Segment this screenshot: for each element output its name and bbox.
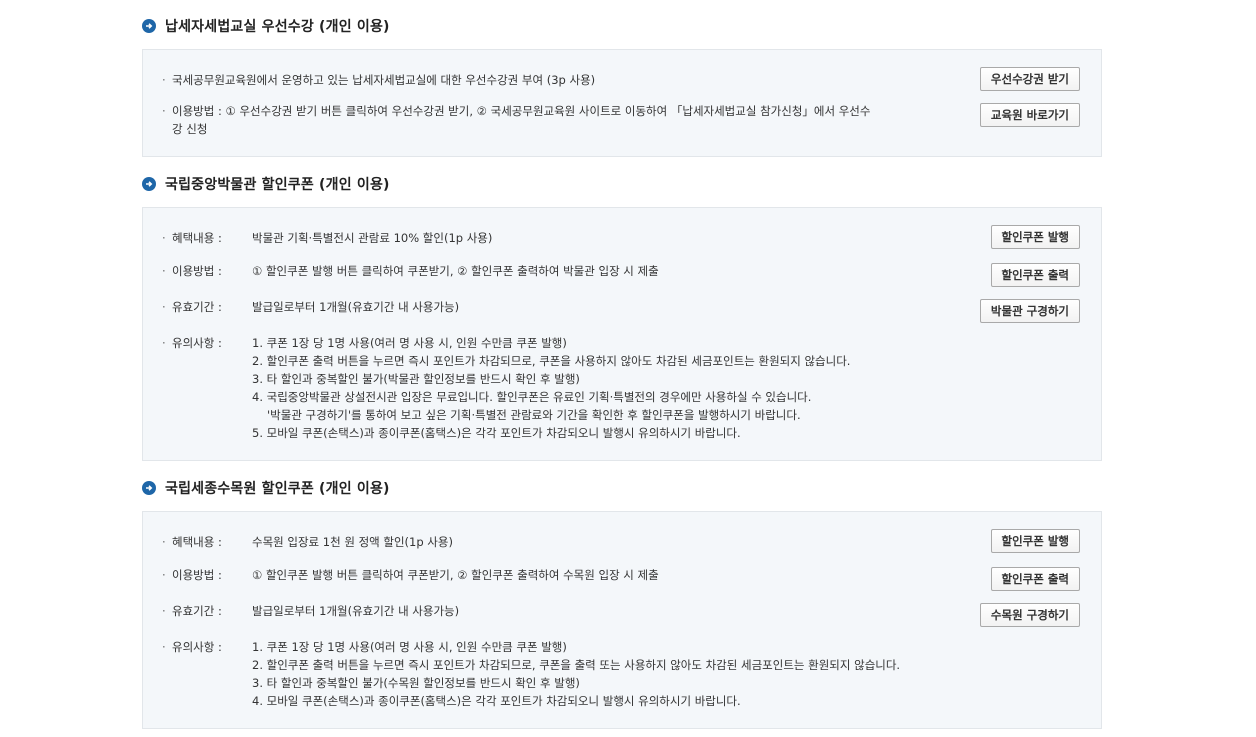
row-label: 이용방법 : — [172, 568, 222, 582]
note-item: 5. 모바일 쿠폰(손택스)과 종이쿠폰(홈택스)은 각각 포인트가 차감되오니… — [252, 426, 741, 440]
print-coupon-button[interactable]: 할인쿠폰 출력 — [990, 567, 1080, 591]
row-value: ① 할인쿠폰 발행 버튼 클릭하여 쿠폰받기, ② 할인쿠폰 출력하여 박물관 … — [252, 264, 659, 278]
print-coupon-button[interactable]: 할인쿠폰 출력 — [990, 263, 1080, 287]
section-title-row: 납세자세법교실 우선수강 (개인 이용) — [142, 16, 390, 36]
bullet: · — [162, 300, 166, 314]
arrow-circle-icon — [142, 19, 156, 33]
browse-arboretum-button[interactable]: 수목원 구경하기 — [979, 603, 1080, 627]
row-value: ① 할인쿠폰 발행 버튼 클릭하여 쿠폰받기, ② 할인쿠폰 출력하여 수목원 … — [252, 568, 659, 582]
row-value: 발급일로부터 1개월(유효기간 내 사용가능) — [252, 300, 460, 314]
row-text-continued: 강 신청 — [172, 122, 208, 136]
section-title: 국립중앙박물관 할인쿠폰 (개인 이용) — [165, 177, 390, 193]
note-item: 1. 쿠폰 1장 당 1명 사용(여러 명 사용 시, 인원 수만큼 쿠폰 발행… — [252, 640, 567, 654]
row-label: 혜택내용 : — [172, 231, 222, 245]
note-item-continued: '박물관 구경하기'를 통하여 보고 싶은 기획·특별전 관람료와 기간을 확인… — [267, 408, 801, 422]
notes-list: 1. 쿠폰 1장 당 1명 사용(여러 명 사용 시, 인원 수만큼 쿠폰 발행… — [252, 638, 900, 710]
section-title: 납세자세법교실 우선수강 (개인 이용) — [165, 19, 390, 35]
row-label: 유의사항 : — [172, 336, 222, 350]
bullet: · — [162, 640, 166, 654]
section-title-row: 국립중앙박물관 할인쿠폰 (개인 이용) — [142, 174, 390, 194]
row-value: 박물관 기획·특별전시 관람료 10% 할인(1p 사용) — [252, 231, 493, 245]
row-label: 이용방법 : — [172, 264, 222, 278]
bullet: · — [162, 535, 166, 549]
priority-ticket-button[interactable]: 우선수강권 받기 — [979, 67, 1080, 91]
section-title-row: 국립세종수목원 할인쿠폰 (개인 이용) — [142, 478, 390, 498]
note-item: 2. 할인쿠폰 출력 버튼을 누르면 즉시 포인트가 차감되므로, 쿠폰을 출력… — [252, 658, 901, 672]
note-item: 2. 할인쿠폰 출력 버튼을 누르면 즉시 포인트가 차감되므로, 쿠폰을 사용… — [252, 354, 851, 368]
arrow-circle-icon — [142, 481, 156, 495]
row-text: 이용방법 : ① 우선수강권 받기 버튼 클릭하여 우선수강권 받기, ② 국세… — [172, 104, 871, 118]
browse-museum-button[interactable]: 박물관 구경하기 — [979, 299, 1080, 323]
row-label: 유효기간 : — [172, 604, 222, 618]
row-value: 수목원 입장료 1천 원 정액 할인(1p 사용) — [252, 535, 453, 549]
bullet: · — [162, 231, 166, 245]
note-item: 4. 국립중앙박물관 상설전시관 입장은 무료입니다. 할인쿠폰은 유료인 기획… — [252, 390, 812, 404]
section-box: · 혜택내용 : 박물관 기획·특별전시 관람료 10% 할인(1p 사용) ·… — [142, 207, 1102, 461]
section-box: · 국세공무원교육원에서 운영하고 있는 납세자세법교실에 대한 우선수강권 부… — [142, 49, 1102, 157]
row-label: 유의사항 : — [172, 640, 222, 654]
section-title: 국립세종수목원 할인쿠폰 (개인 이용) — [165, 481, 390, 497]
row-label: 유효기간 : — [172, 300, 222, 314]
note-item: 3. 타 할인과 중복할인 불가(박물관 할인정보를 반드시 확인 후 발행) — [252, 372, 580, 386]
bullet: · — [162, 604, 166, 618]
bullet: · — [162, 264, 166, 278]
issue-coupon-button[interactable]: 할인쿠폰 발행 — [990, 225, 1080, 249]
note-item: 1. 쿠폰 1장 당 1명 사용(여러 명 사용 시, 인원 수만큼 쿠폰 발행… — [252, 336, 567, 350]
row-value: 발급일로부터 1개월(유효기간 내 사용가능) — [252, 604, 460, 618]
section-box: · 혜택내용 : 수목원 입장료 1천 원 정액 할인(1p 사용) · 이용방… — [142, 511, 1102, 729]
issue-coupon-button[interactable]: 할인쿠폰 발행 — [990, 529, 1080, 553]
notes-list: 1. 쿠폰 1장 당 1명 사용(여러 명 사용 시, 인원 수만큼 쿠폰 발행… — [252, 334, 850, 442]
row-text: 국세공무원교육원에서 운영하고 있는 납세자세법교실에 대한 우선수강권 부여 … — [172, 73, 596, 87]
arrow-circle-icon — [142, 177, 156, 191]
go-to-academy-button[interactable]: 교육원 바로가기 — [979, 103, 1080, 127]
bullet: · — [162, 336, 166, 350]
bullet: · — [162, 104, 166, 118]
note-item: 4. 모바일 쿠폰(손택스)과 종이쿠폰(홈택스)은 각각 포인트가 차감되오니… — [252, 694, 741, 708]
row-label: 혜택내용 : — [172, 535, 222, 549]
bullet: · — [162, 568, 166, 582]
bullet: · — [162, 73, 166, 87]
note-item: 3. 타 할인과 중복할인 불가(수목원 할인정보를 반드시 확인 후 발행) — [252, 676, 580, 690]
